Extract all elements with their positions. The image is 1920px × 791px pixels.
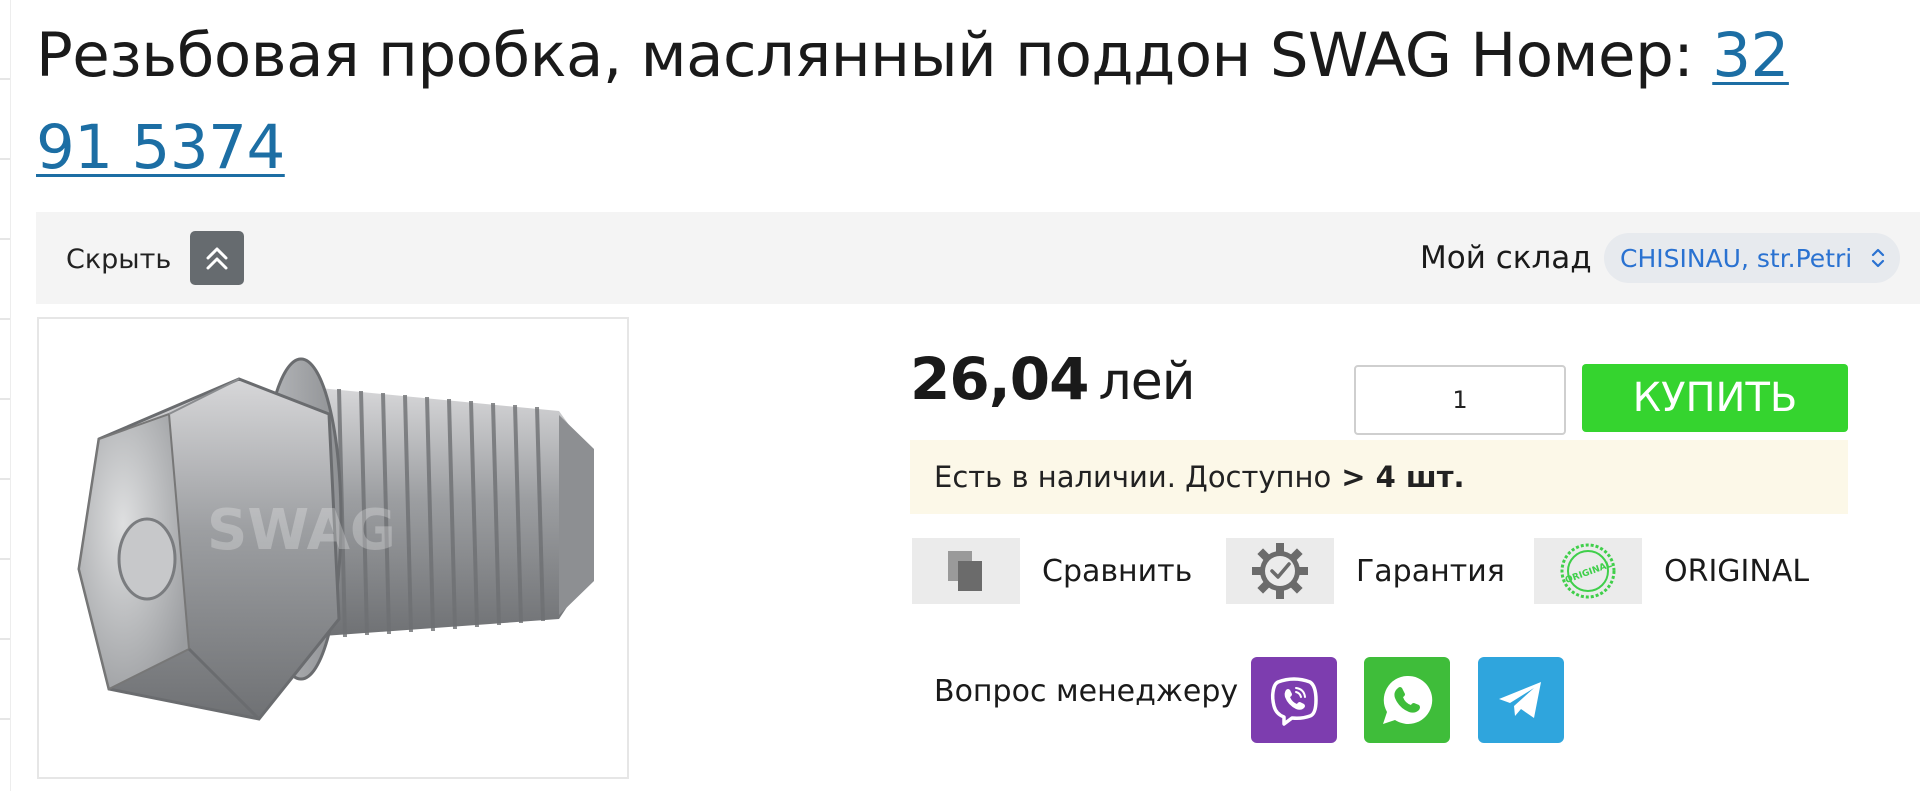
drain-plug-image: SWAG (77, 357, 594, 721)
hide-label[interactable]: Скрыть (66, 244, 171, 275)
gear-check-icon (1252, 543, 1308, 599)
price-currency: лей (1098, 352, 1195, 412)
warranty-icon-box (1226, 538, 1334, 604)
stock-text: Есть в наличии. Доступно (934, 460, 1332, 494)
original-icon-box: ORIGINAL (1534, 538, 1642, 604)
whatsapp-icon (1383, 675, 1433, 724)
quantity-input[interactable] (1354, 365, 1566, 435)
warehouse-label: Мой склад (1420, 240, 1592, 276)
price-value: 26,04 (910, 345, 1089, 413)
buy-button[interactable]: КУПИТЬ (1582, 364, 1848, 432)
telegram-icon (1499, 682, 1541, 718)
original-stamp-icon: ORIGINAL (1560, 543, 1616, 599)
viber-icon (1270, 677, 1318, 726)
whatsapp-button[interactable] (1364, 657, 1450, 743)
compare-button[interactable]: Сравнить (912, 538, 1212, 604)
select-chevron-icon (1871, 248, 1885, 268)
compare-label: Сравнить (1042, 554, 1193, 589)
stock-status: Есть в наличии. Доступно > 4 шт. (910, 440, 1848, 514)
watermark-text: SWAG (207, 498, 396, 563)
double-chevron-up-icon (206, 247, 228, 270)
original-stamp-text: ORIGINAL (1564, 560, 1614, 586)
stock-count: > 4 шт. (1341, 460, 1465, 494)
warranty-label: Гарантия (1356, 554, 1505, 589)
ask-manager-label: Вопрос менеджеру (934, 674, 1239, 709)
collapse-button[interactable] (190, 231, 244, 285)
compare-icon-box (912, 538, 1020, 604)
product-image[interactable]: SWAG (37, 317, 629, 779)
viber-button[interactable] (1251, 657, 1337, 743)
original-label: ORIGINAL (1664, 554, 1810, 589)
product-price: 26,04 лей (910, 345, 1196, 413)
page-title: Резьбовая пробка, маслянный поддон SWAG … (36, 10, 1876, 194)
title-text: Резьбовая пробка, маслянный поддон SWAG … (36, 20, 1713, 91)
warehouse-select[interactable]: CHISINAU, str.Petri (1604, 233, 1900, 283)
page-left-rule (0, 0, 11, 791)
compare-icon (948, 551, 982, 591)
original-button[interactable]: ORIGINAL ORIGINAL (1534, 538, 1864, 604)
product-page: Резьбовая пробка, маслянный поддон SWAG … (0, 0, 1920, 791)
warranty-button[interactable]: Гарантия (1226, 538, 1506, 604)
telegram-button[interactable] (1478, 657, 1564, 743)
toolbar: Скрыть Мой склад CHISINAU, str.Petri (36, 212, 1920, 304)
warehouse-value: CHISINAU, str.Petri (1620, 243, 1853, 273)
